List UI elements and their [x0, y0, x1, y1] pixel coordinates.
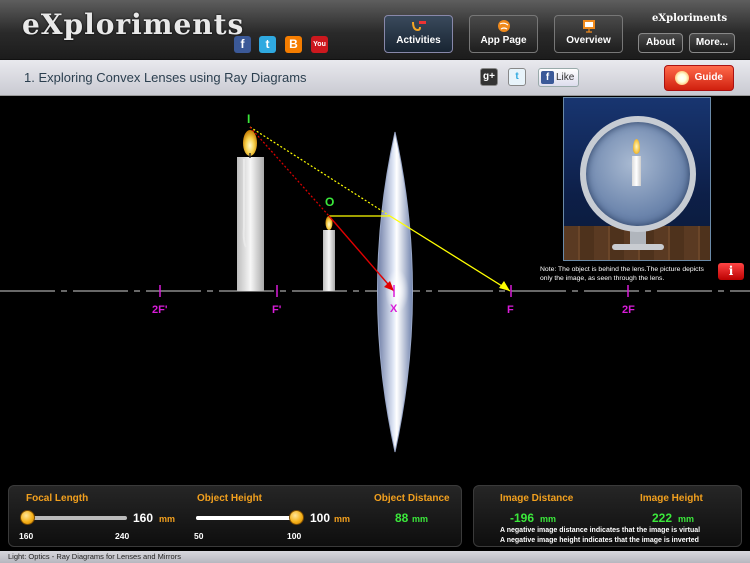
youtube-icon[interactable]: You	[311, 36, 328, 53]
label-object-point: O	[325, 195, 335, 209]
label-f-prime: F'	[272, 304, 282, 316]
label-2f-prime: 2F'	[152, 304, 168, 316]
focal-length-min: 160	[19, 531, 34, 541]
image-height-value: 222	[652, 511, 673, 525]
activities-icon	[411, 21, 426, 32]
image-distance-value: -196	[510, 511, 535, 525]
facebook-icon: f	[541, 71, 554, 84]
label-x: X	[390, 303, 398, 315]
nav-activities-button[interactable]: Activities	[384, 15, 453, 53]
magnified-flame	[633, 139, 640, 154]
object-height-label: Object Height	[197, 493, 263, 504]
globe-icon	[497, 20, 510, 32]
focal-length-slider-thumb[interactable]	[20, 510, 35, 525]
object-height-unit: mm	[334, 514, 351, 524]
image-candle	[237, 157, 264, 291]
activity-title-bar: 1. Exploring Convex Lenses using Ray Dia…	[0, 60, 750, 96]
facebook-icon[interactable]: f	[234, 36, 251, 53]
about-button[interactable]: About	[638, 33, 683, 53]
object-distance-unit: mm	[412, 514, 429, 524]
object-height-max: 100	[287, 531, 302, 541]
object-distance-value: 88	[395, 511, 409, 525]
label-2f: 2F	[622, 304, 635, 316]
object-height-slider[interactable]	[196, 516, 296, 520]
nav-activities-label: Activities	[396, 35, 441, 46]
info-button[interactable]: i	[718, 263, 744, 280]
focal-length-unit: mm	[159, 514, 176, 524]
guide-button[interactable]: Guide	[664, 65, 734, 91]
nav-overview-label: Overview	[566, 35, 611, 46]
object-height-min: 50	[194, 531, 204, 541]
label-f: F	[507, 304, 514, 316]
presentation-icon	[582, 20, 595, 33]
image-flame	[243, 130, 257, 156]
magnifier-view-picture	[563, 97, 711, 261]
picture-note: Note: The object is behind the lens.The …	[540, 266, 704, 282]
yellow-ray-virtual-extension	[249, 126, 391, 217]
blogger-icon[interactable]: B	[285, 36, 302, 53]
footer-caption: Light: Optics - Ray Diagrams for Lenses …	[0, 551, 750, 563]
nav-app-page-button[interactable]: App Page	[469, 15, 538, 53]
twitter-icon[interactable]: t	[259, 36, 276, 53]
page-title: 1. Exploring Convex Lenses using Ray Dia…	[24, 70, 307, 85]
yellow-ray-arrowhead	[499, 281, 510, 291]
image-height-label: Image Height	[640, 493, 703, 504]
image-distance-label: Image Distance	[500, 493, 574, 504]
magnifier-base	[612, 244, 664, 250]
object-candle	[323, 230, 335, 291]
like-label: Like	[556, 72, 575, 83]
object-distance-label: Object Distance	[374, 493, 450, 504]
focal-length-slider[interactable]	[27, 516, 127, 520]
focal-length-value: 160	[133, 511, 154, 525]
guide-label: Guide	[694, 72, 723, 83]
google-plus-icon[interactable]: g+	[480, 68, 498, 86]
image-height-unit: mm	[678, 514, 695, 524]
lightbulb-icon	[675, 71, 689, 85]
twitter-share-icon[interactable]: t	[508, 68, 526, 86]
image-distance-note: A negative image distance indicates that…	[500, 527, 701, 534]
nav-app-page-label: App Page	[480, 35, 527, 46]
focal-length-label: Focal Length	[26, 493, 89, 504]
magnified-candle	[632, 156, 641, 186]
nav-overview-button[interactable]: Overview	[554, 15, 623, 53]
app-logo[interactable]: eXploriments	[22, 8, 244, 41]
object-height-slider-fill	[196, 516, 296, 520]
object-height-slider-thumb[interactable]	[289, 510, 304, 525]
brand-small-logo: eXploriments	[652, 13, 728, 24]
top-header: eXploriments f t B You Activities App Pa…	[0, 0, 750, 60]
focal-length-max: 240	[115, 531, 130, 541]
label-image-point: I	[247, 112, 251, 126]
image-distance-unit: mm	[540, 514, 557, 524]
object-height-value: 100	[310, 511, 331, 525]
image-height-note: A negative image height indicates that t…	[500, 537, 699, 544]
facebook-like-button[interactable]: f Like	[538, 68, 579, 87]
more-button[interactable]: More...	[689, 33, 735, 53]
